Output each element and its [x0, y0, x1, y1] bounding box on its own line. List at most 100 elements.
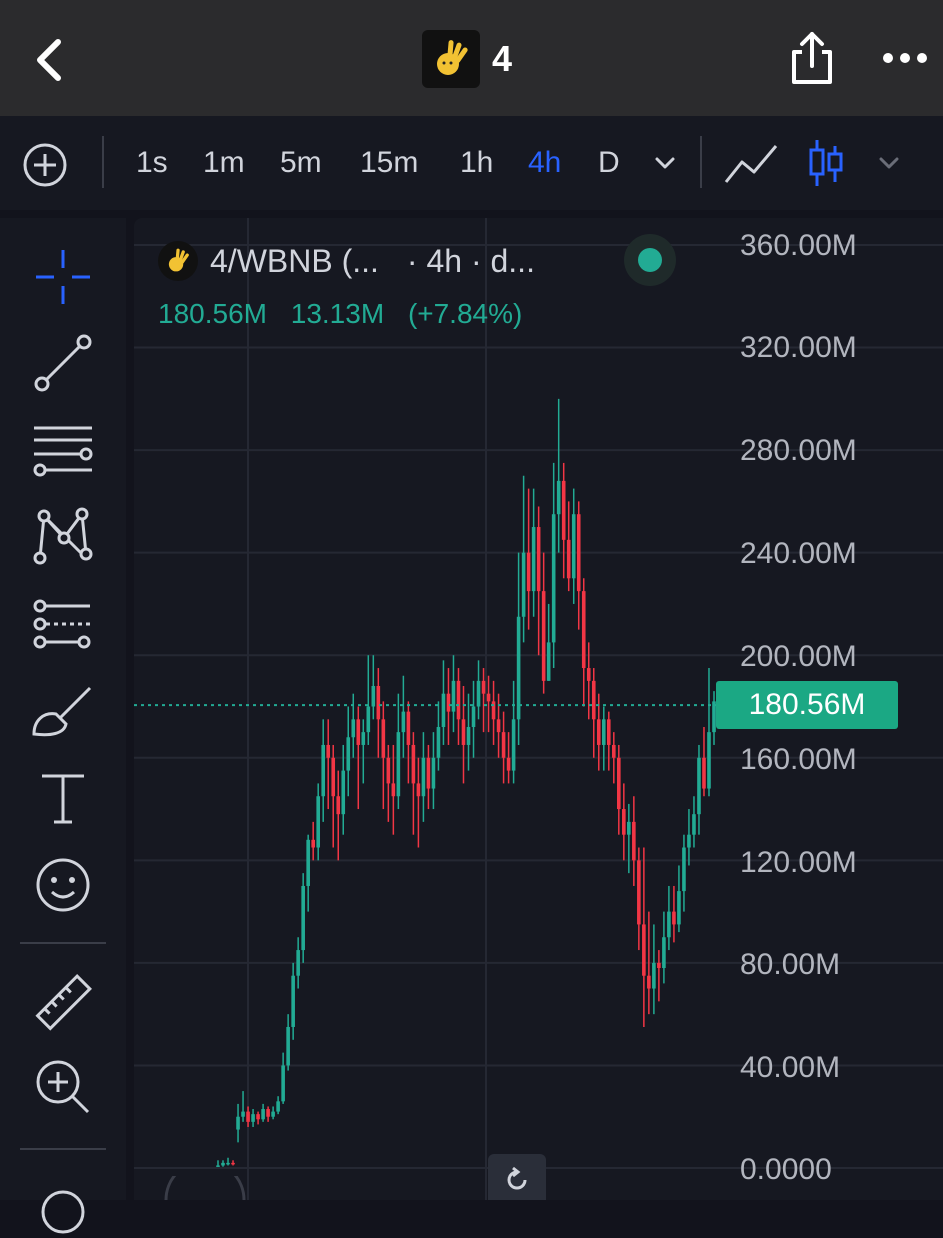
candle: [301, 873, 305, 963]
candle: [401, 675, 406, 758]
brush-icon[interactable]: [30, 680, 96, 746]
candle-body: [617, 757, 621, 810]
zoom-in-icon[interactable]: [30, 1054, 96, 1120]
fib-retracement-icon[interactable]: [30, 592, 96, 658]
text-tool-icon[interactable]: [30, 766, 96, 832]
candle-body: [606, 719, 611, 745]
reset-chart-button[interactable]: [488, 1154, 546, 1200]
candle-body: [516, 616, 521, 720]
hand-logo-icon: [422, 30, 480, 88]
interval-1m[interactable]: 1m: [203, 116, 245, 210]
candle-body: [652, 962, 656, 989]
candle: [261, 1103, 265, 1122]
trend-line-icon[interactable]: [30, 330, 96, 396]
candle-body: [311, 839, 315, 848]
legend-change: 13.13M: [290, 298, 385, 329]
candle: [271, 1106, 275, 1120]
candlestick-icon[interactable]: [808, 138, 844, 188]
line-chart-icon[interactable]: [724, 142, 778, 186]
candle: [531, 488, 536, 617]
price-axis-label: 320.00M: [740, 331, 857, 364]
interval-5m[interactable]: 5m: [280, 116, 322, 210]
candle-body: [361, 732, 366, 745]
candle: [571, 488, 576, 604]
top-bar: 4: [0, 0, 943, 116]
candle: [652, 924, 656, 1015]
more-button[interactable]: [882, 50, 928, 66]
candle: [702, 727, 706, 797]
candle: [506, 732, 511, 784]
drawing-tools-sidebar: [0, 218, 126, 1234]
candle-body: [657, 962, 661, 969]
share-icon: [792, 32, 832, 84]
candle: [406, 701, 411, 784]
magnet-icon[interactable]: [30, 1172, 96, 1238]
candle-body: [692, 814, 696, 835]
pattern-icon[interactable]: [30, 502, 96, 568]
candle-body: [591, 680, 596, 720]
candle: [637, 847, 641, 951]
emoji-icon[interactable]: [30, 852, 96, 918]
candle-body: [511, 719, 516, 771]
candle-body: [471, 706, 476, 728]
candle: [546, 603, 551, 681]
candle: [296, 937, 300, 989]
interval-D[interactable]: D: [598, 116, 620, 210]
candle-body: [291, 975, 295, 1027]
sidebar-divider: [20, 942, 106, 944]
candle: [561, 462, 566, 579]
plus-circle-icon[interactable]: [22, 142, 68, 188]
candle: [256, 1111, 260, 1125]
candle: [281, 1052, 285, 1104]
candle: [581, 578, 586, 707]
chevron-down-icon[interactable]: [654, 156, 676, 170]
interval-15m[interactable]: 15m: [360, 116, 418, 210]
candle-body: [436, 727, 441, 758]
candle-body: [431, 757, 436, 789]
ruler-icon[interactable]: [30, 970, 96, 1036]
candle-body: [707, 732, 711, 789]
candle: [446, 668, 451, 745]
share-button[interactable]: [788, 30, 836, 86]
candle-body: [426, 757, 431, 789]
candle: [682, 834, 686, 912]
chart-legend[interactable]: 4/WBNB (... · 4h · d...: [158, 238, 535, 284]
candle-body: [642, 924, 646, 976]
interval-1s[interactable]: 1s: [136, 116, 168, 210]
candle-body: [576, 514, 581, 592]
candle-body: [672, 911, 676, 925]
candle: [361, 719, 366, 784]
candle: [481, 668, 486, 733]
candle: [556, 398, 561, 553]
candle-body: [486, 693, 491, 702]
candle-body: [346, 737, 351, 771]
candle: [677, 865, 681, 933]
timeline-handle-icon[interactable]: [164, 1176, 246, 1200]
candle-body: [281, 1065, 285, 1102]
crosshair-icon[interactable]: [30, 244, 96, 310]
candle-body: [351, 719, 356, 738]
candle-body: [366, 706, 371, 733]
candle: [421, 732, 426, 822]
candle: [576, 501, 581, 630]
interval-1h[interactable]: 1h: [460, 116, 493, 210]
candle-body: [586, 668, 591, 681]
back-button[interactable]: [30, 38, 70, 82]
candle: [426, 744, 431, 810]
candle: [456, 668, 461, 745]
candle: [371, 655, 376, 720]
candle-body: [702, 757, 706, 789]
candle-body: [216, 1165, 220, 1167]
candle-body: [561, 480, 566, 540]
candle-body: [541, 591, 546, 681]
chevron-down-icon[interactable]: [878, 156, 900, 170]
candle: [586, 642, 591, 720]
candle-body: [296, 950, 300, 976]
candle: [316, 783, 321, 861]
candle-body: [697, 757, 701, 815]
candle: [667, 885, 671, 951]
candle-body: [531, 527, 536, 592]
horizontal-lines-icon[interactable]: [30, 418, 96, 484]
interval-4h[interactable]: 4h: [528, 116, 561, 210]
candle: [471, 680, 476, 758]
